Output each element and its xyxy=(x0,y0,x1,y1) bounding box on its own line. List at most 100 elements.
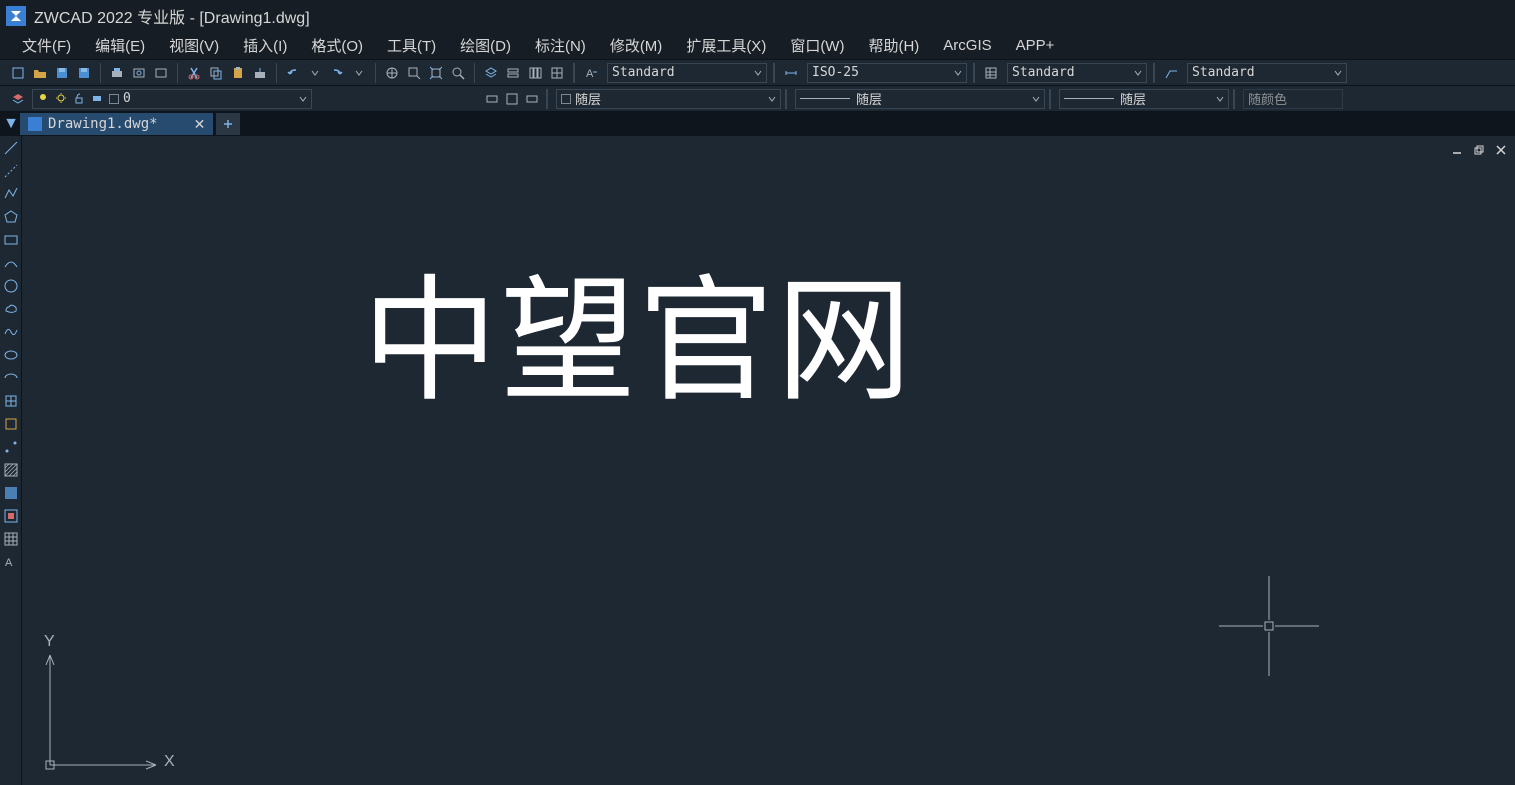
chevron-down-icon xyxy=(1328,69,1342,77)
document-tab[interactable]: Drawing1.dwg* ✕ xyxy=(20,113,213,135)
construction-line-icon[interactable] xyxy=(1,161,21,181)
minimize-icon[interactable] xyxy=(1451,144,1463,156)
cut-icon[interactable] xyxy=(184,63,204,83)
ellipse-arc-icon[interactable] xyxy=(1,368,21,388)
layers3-icon[interactable] xyxy=(525,63,545,83)
layers4-icon[interactable] xyxy=(547,63,567,83)
save-icon[interactable] xyxy=(52,63,72,83)
drawing-text-object[interactable]: 中望官网 xyxy=(362,231,914,428)
saveas-icon[interactable] xyxy=(74,63,94,83)
region-icon[interactable] xyxy=(1,506,21,526)
tab-close-icon[interactable]: ✕ xyxy=(194,116,206,133)
menu-arcgis[interactable]: ArcGIS xyxy=(931,34,1003,57)
menu-help[interactable]: 帮助(H) xyxy=(856,32,931,59)
linetype-dropdown[interactable]: 随层 xyxy=(795,89,1045,109)
close-icon[interactable] xyxy=(1495,144,1507,156)
text-style-dropdown[interactable]: Standard xyxy=(607,63,767,83)
make-block-icon[interactable] xyxy=(1,414,21,434)
mleader-style-dropdown[interactable]: Standard xyxy=(1187,63,1347,83)
dim-style-dropdown[interactable]: ISO-25 xyxy=(807,63,967,83)
document-tabs: ▼ Drawing1.dwg* ✕ xyxy=(0,112,1515,136)
zoom-icon[interactable] xyxy=(404,63,424,83)
zoom-window-icon[interactable] xyxy=(448,63,468,83)
chevron-down-icon xyxy=(1026,95,1040,103)
tab-dropdown-icon[interactable]: ▼ xyxy=(2,115,20,133)
menu-format[interactable]: 格式(O) xyxy=(299,32,375,59)
layer-on-icon[interactable] xyxy=(522,89,542,109)
layer-dropdown[interactable]: 0 xyxy=(32,89,312,109)
y-axis-label: Y xyxy=(44,633,55,651)
tab-add-button[interactable] xyxy=(216,113,240,135)
color-dropdown[interactable]: 随层 xyxy=(556,89,781,109)
menu-view[interactable]: 视图(V) xyxy=(157,32,231,59)
line-icon[interactable] xyxy=(1,138,21,158)
x-axis-label: X xyxy=(164,753,175,771)
menu-annotate[interactable]: 标注(N) xyxy=(523,32,598,59)
table-style-icon[interactable] xyxy=(981,63,1001,83)
arc-icon[interactable] xyxy=(1,253,21,273)
rectangle-icon[interactable] xyxy=(1,230,21,250)
tab-filename: Drawing1.dwg* xyxy=(48,116,158,132)
publish-icon[interactable] xyxy=(151,63,171,83)
undo-dropdown-icon[interactable] xyxy=(305,63,325,83)
insert-block-icon[interactable] xyxy=(1,391,21,411)
restore-icon[interactable] xyxy=(1473,144,1485,156)
match-icon[interactable] xyxy=(250,63,270,83)
gradient-icon[interactable] xyxy=(1,483,21,503)
menu-extend[interactable]: 扩展工具(X) xyxy=(674,32,778,59)
menu-app[interactable]: APP+ xyxy=(1004,34,1067,57)
text-style-value: Standard xyxy=(612,65,675,80)
ucs-icon: Y X xyxy=(36,635,176,775)
text-style-icon[interactable]: A xyxy=(581,63,601,83)
undo-icon[interactable] xyxy=(283,63,303,83)
paste-icon[interactable] xyxy=(228,63,248,83)
redo-icon[interactable] xyxy=(327,63,347,83)
menu-window[interactable]: 窗口(W) xyxy=(778,32,856,59)
spline-icon[interactable] xyxy=(1,322,21,342)
table-icon[interactable] xyxy=(1,529,21,549)
preview-icon[interactable] xyxy=(129,63,149,83)
menu-tools[interactable]: 工具(T) xyxy=(375,32,448,59)
circle-icon[interactable] xyxy=(1,276,21,296)
layer-name: 0 xyxy=(123,91,131,106)
menu-insert[interactable]: 插入(I) xyxy=(231,32,299,59)
mleader-style-icon[interactable] xyxy=(1161,63,1181,83)
layer-iso-icon[interactable] xyxy=(482,89,502,109)
app-icon xyxy=(6,6,26,26)
copy-icon[interactable] xyxy=(206,63,226,83)
open-icon[interactable] xyxy=(30,63,50,83)
drawing-canvas[interactable]: 中望官网 Y X xyxy=(22,136,1515,785)
chevron-down-icon xyxy=(293,95,307,103)
layers-icon[interactable] xyxy=(481,63,501,83)
menu-edit[interactable]: 编辑(E) xyxy=(83,32,157,59)
hatch-icon[interactable] xyxy=(1,460,21,480)
table-style-dropdown[interactable]: Standard xyxy=(1007,63,1147,83)
new-icon[interactable] xyxy=(8,63,28,83)
sun-icon xyxy=(55,92,69,106)
svg-text:A: A xyxy=(5,557,13,569)
layer-manager-icon[interactable] xyxy=(8,89,28,109)
color-value: 随层 xyxy=(575,89,601,108)
dim-style-icon[interactable] xyxy=(781,63,801,83)
polyline-icon[interactable] xyxy=(1,184,21,204)
polygon-icon[interactable] xyxy=(1,207,21,227)
pan-icon[interactable] xyxy=(382,63,402,83)
point-icon[interactable] xyxy=(1,437,21,457)
print-icon[interactable] xyxy=(107,63,127,83)
lineweight-dropdown[interactable]: 随层 xyxy=(1059,89,1229,109)
redo-dropdown-icon[interactable] xyxy=(349,63,369,83)
zoom-extents-icon[interactable] xyxy=(426,63,446,83)
plotstyle-dropdown[interactable]: 随颜色 xyxy=(1243,89,1343,109)
revcloud-icon[interactable] xyxy=(1,299,21,319)
menu-draw[interactable]: 绘图(D) xyxy=(448,32,523,59)
lineweight-value: 随层 xyxy=(1120,89,1146,108)
layer-off-icon[interactable] xyxy=(502,89,522,109)
menu-modify[interactable]: 修改(M) xyxy=(598,32,675,59)
ellipse-icon[interactable] xyxy=(1,345,21,365)
properties-toolbar: 0 随层 随层 随层 随颜色 xyxy=(0,86,1515,112)
crosshair-cursor xyxy=(1219,576,1319,676)
menu-file[interactable]: 文件(F) xyxy=(10,32,83,59)
plot-icon xyxy=(91,92,105,106)
layers2-icon[interactable] xyxy=(503,63,523,83)
mtext-icon[interactable]: A xyxy=(1,552,21,572)
